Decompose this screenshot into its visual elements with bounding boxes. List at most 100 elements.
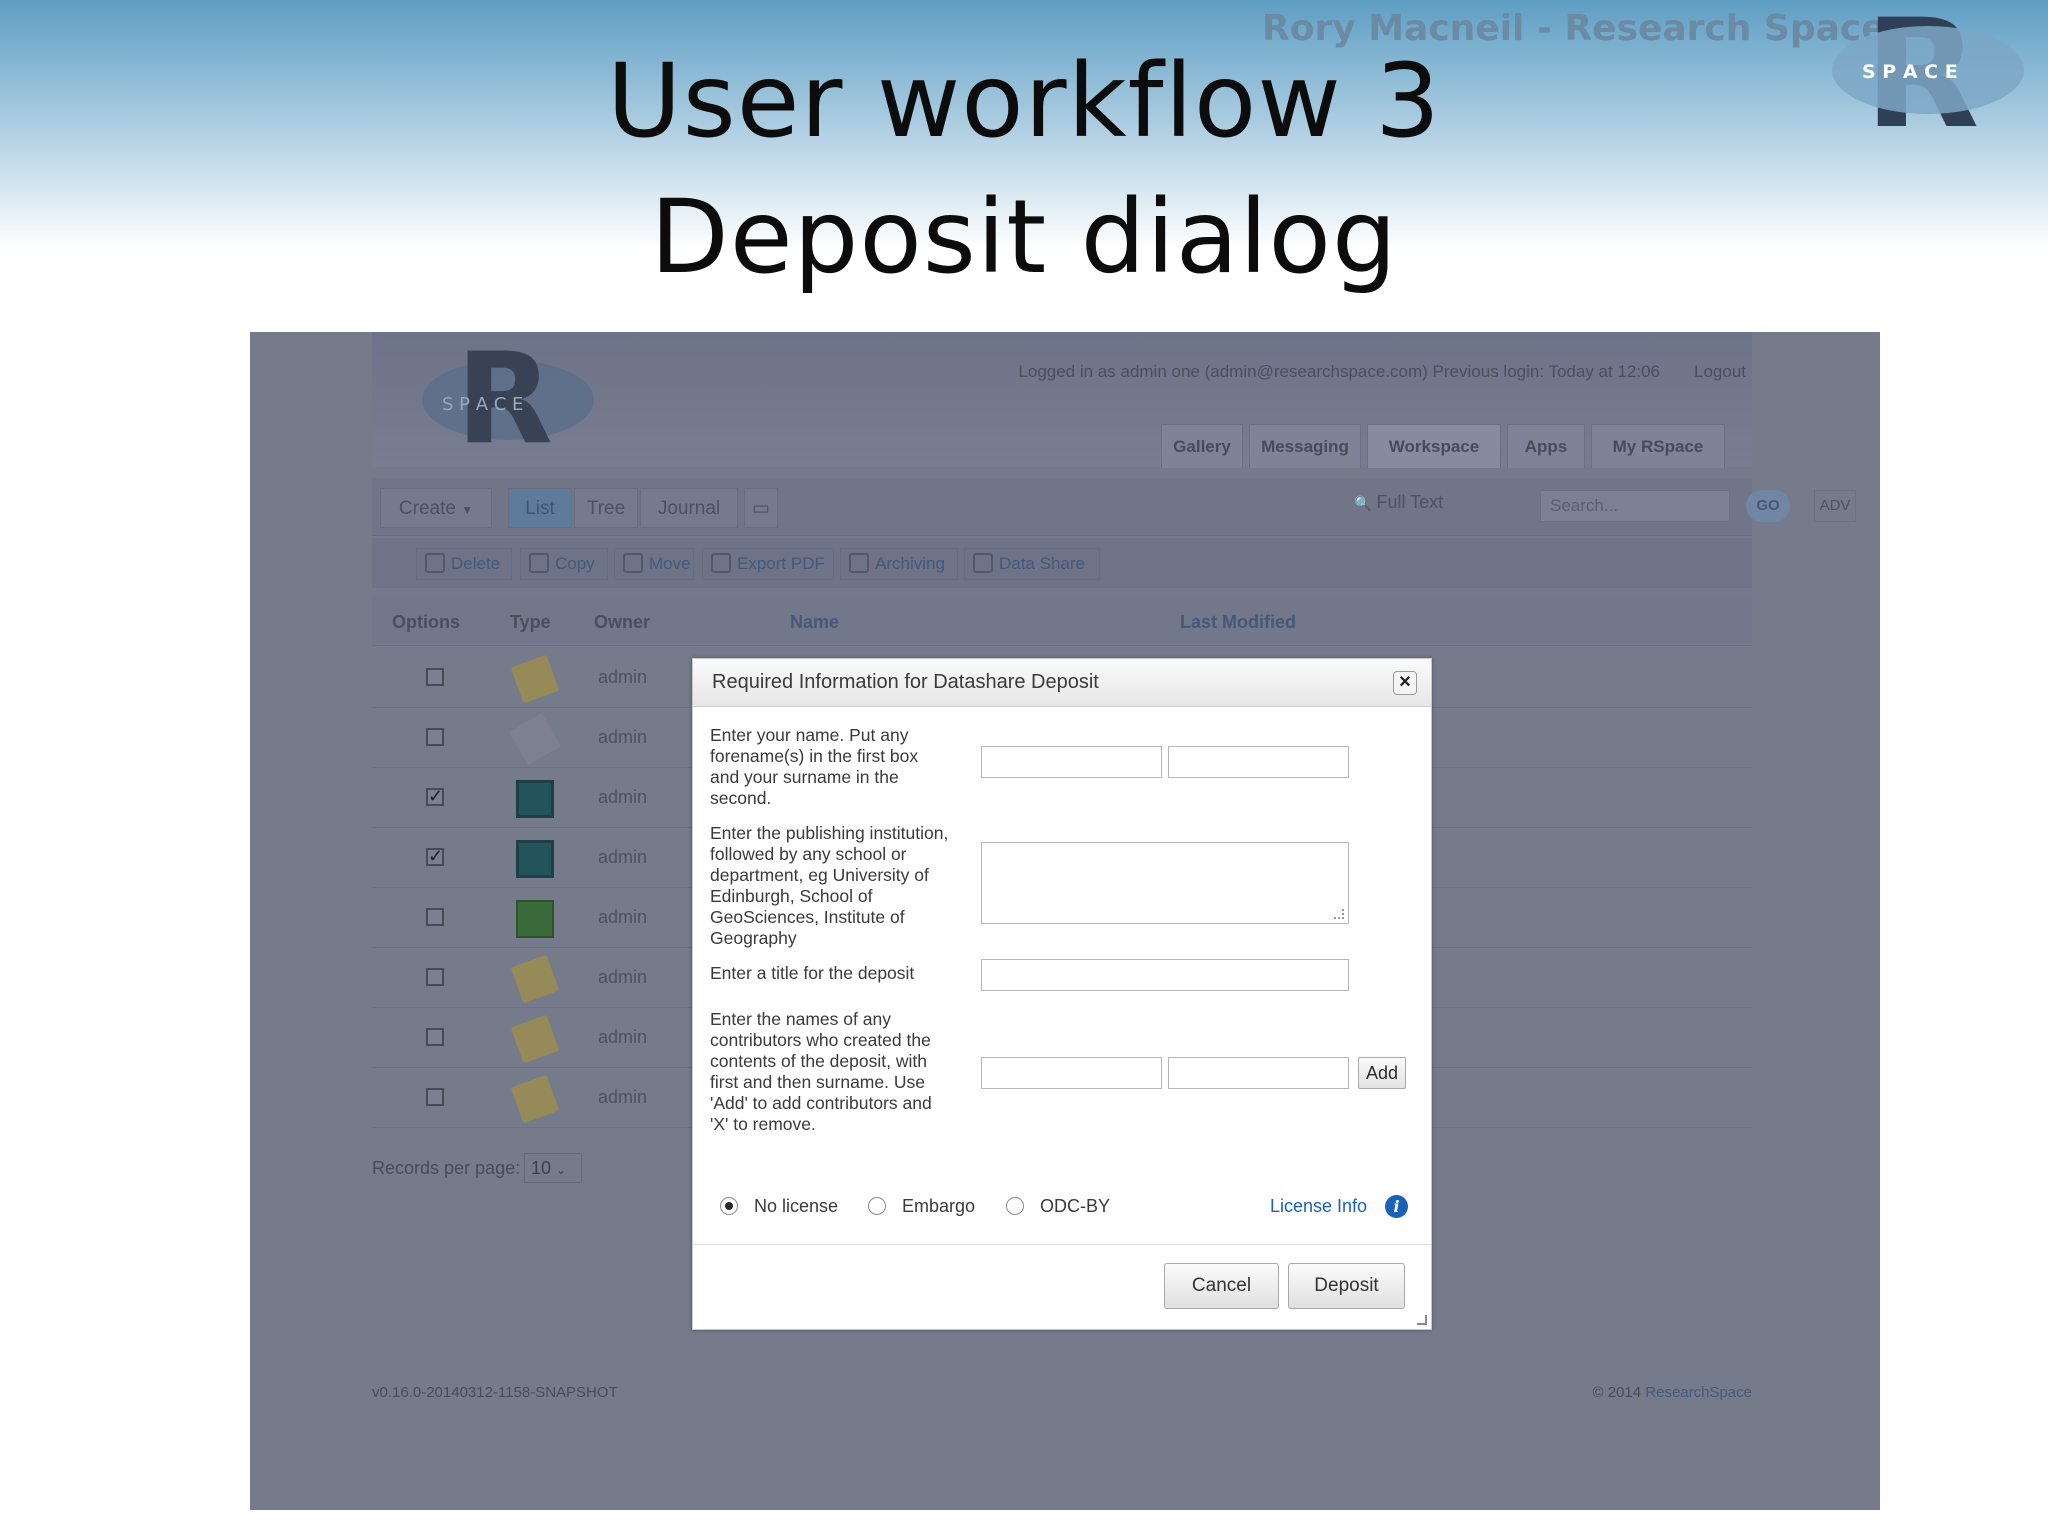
row-owner: admin: [598, 787, 648, 807]
archive-icon: [849, 553, 869, 573]
copy-icon: [529, 553, 549, 573]
records-per-page-select[interactable]: 10 ⌄: [524, 1153, 582, 1183]
search-go-button[interactable]: GO: [1746, 490, 1790, 522]
row-owner: admin: [598, 727, 648, 747]
forename-input[interactable]: [981, 746, 1162, 778]
dialog-title: Required Information for Datashare Depos…: [712, 671, 1099, 693]
contributor-forename-input[interactable]: [981, 1057, 1162, 1089]
notebook-icon: [516, 840, 554, 878]
row-checkbox[interactable]: [426, 786, 444, 807]
notebook-icon: [516, 780, 554, 818]
radio-odc-by[interactable]: [1006, 1197, 1024, 1215]
tab-apps[interactable]: Apps: [1507, 424, 1585, 468]
version-info: v0.16.0-20140312-1158-SNAPSHOT: [372, 1384, 618, 1401]
deposit-title-label: Enter a title for the deposit: [710, 963, 915, 983]
row-owner: admin: [598, 1027, 648, 1047]
spreadsheet-icon: [516, 900, 554, 938]
odc-by-label[interactable]: ODC-BY: [1040, 1196, 1110, 1217]
dropdown-caret-icon: ▼: [461, 503, 474, 517]
export-pdf-label: Export PDF: [737, 554, 825, 573]
row-owner: admin: [598, 847, 648, 867]
workspace-toolbar: Create ▼ List Tree Journal ▭ 🔍 Full Text…: [372, 478, 1856, 536]
no-license-label[interactable]: No license: [754, 1196, 838, 1217]
row-owner: admin: [598, 907, 648, 927]
embargo-label[interactable]: Embargo: [902, 1196, 975, 1217]
note-icon: [510, 1074, 560, 1124]
records-per-page-label: Records per page:: [372, 1158, 521, 1178]
delete-label: Delete: [451, 554, 501, 573]
tab-my-rspace[interactable]: My RSpace: [1591, 424, 1725, 468]
copyright-text: © 2014: [1592, 1384, 1642, 1401]
contributor-surname-input[interactable]: [1168, 1057, 1349, 1089]
svg-text:R: R: [456, 336, 553, 446]
row-checkbox[interactable]: [426, 968, 444, 986]
row-checkbox[interactable]: [426, 846, 444, 867]
copy-button[interactable]: Copy: [520, 548, 608, 580]
row-checkbox[interactable]: [426, 908, 444, 926]
archiving-label: Archiving: [875, 554, 945, 573]
rspace-logo-text: S P A C E: [442, 394, 523, 415]
add-contributor-button[interactable]: Add: [1358, 1057, 1406, 1089]
search-input[interactable]: Search...: [1540, 490, 1730, 522]
search-icon: 🔍: [1354, 495, 1372, 511]
logout-link[interactable]: Logout: [1694, 362, 1746, 382]
row-owner: admin: [598, 1087, 648, 1107]
data-share-icon: [973, 553, 993, 573]
resize-handle-icon[interactable]: [1417, 1315, 1427, 1325]
tab-gallery[interactable]: Gallery: [1161, 424, 1243, 468]
delete-button[interactable]: Delete: [416, 548, 512, 580]
copyright: © 2014 ResearchSpace: [1593, 1384, 1753, 1401]
cancel-button[interactable]: Cancel: [1164, 1263, 1279, 1309]
deposit-button[interactable]: Deposit: [1288, 1263, 1405, 1309]
table-header: Options Type Owner Name Last Modified: [372, 596, 1752, 646]
license-info-link[interactable]: License Info: [1270, 1196, 1367, 1217]
view-list-button[interactable]: List: [508, 488, 572, 528]
note-icon: [510, 1014, 560, 1064]
fulltext-option[interactable]: 🔍 Full Text: [1354, 492, 1443, 513]
row-checkbox[interactable]: [426, 668, 444, 686]
row-checkbox[interactable]: [426, 1088, 444, 1106]
collapse-icon[interactable]: ▭: [744, 488, 778, 528]
move-icon: [623, 553, 643, 573]
app-screenshot: R S P A C E Logged in as admin one (admi…: [250, 332, 1880, 1510]
export-pdf-button[interactable]: Export PDF: [702, 548, 834, 580]
records-per-page-value: 10: [531, 1158, 552, 1178]
tab-workspace[interactable]: Workspace: [1367, 424, 1501, 468]
view-journal-button[interactable]: Journal: [640, 488, 738, 528]
dialog-title-bar[interactable]: Required Information for Datashare Depos…: [693, 659, 1431, 707]
surname-input[interactable]: [1168, 746, 1349, 778]
data-share-button[interactable]: Data Share: [964, 548, 1100, 580]
name-label: Enter your name. Put any forename(s) in …: [710, 725, 919, 808]
pdf-icon: [711, 553, 731, 573]
move-button[interactable]: Move: [614, 548, 694, 580]
radio-no-license[interactable]: [720, 1197, 738, 1215]
datashare-deposit-dialog: Required Information for Datashare Depos…: [692, 658, 1432, 1330]
view-tree-button[interactable]: Tree: [574, 488, 638, 528]
column-type: Type: [510, 612, 551, 632]
slide-title: User workflow 3: [606, 42, 1442, 161]
column-last-modified[interactable]: Last Modified: [1180, 612, 1296, 633]
row-checkbox[interactable]: [426, 728, 444, 746]
note-icon: [509, 713, 561, 765]
close-icon[interactable]: ×: [1393, 671, 1417, 695]
deposit-title-input[interactable]: [981, 959, 1349, 991]
row-checkbox[interactable]: [426, 1028, 444, 1046]
rspace-logo: R S P A C E: [422, 336, 594, 446]
create-label: Create: [398, 498, 456, 519]
note-icon: [510, 654, 560, 704]
data-share-label: Data Share: [999, 554, 1085, 573]
info-icon[interactable]: i: [1385, 1195, 1408, 1218]
login-info: Logged in as admin one (admin@researchsp…: [1018, 362, 1660, 381]
advanced-search-button[interactable]: ADV: [1814, 490, 1856, 522]
copy-label: Copy: [555, 554, 595, 573]
tab-messaging[interactable]: Messaging: [1249, 424, 1361, 468]
researchspace-link[interactable]: ResearchSpace: [1645, 1384, 1752, 1401]
action-bar: Delete Copy Move Export PDF Archiving Da…: [372, 538, 1752, 588]
archiving-button[interactable]: Archiving: [840, 548, 958, 580]
contributors-label: Enter the names of any contributors who …: [710, 1009, 932, 1134]
slide-subtitle: Deposit dialog: [650, 178, 1398, 297]
column-name[interactable]: Name: [790, 612, 839, 633]
institution-textarea[interactable]: [981, 842, 1349, 924]
create-button[interactable]: Create ▼: [380, 488, 492, 528]
radio-embargo[interactable]: [868, 1197, 886, 1215]
